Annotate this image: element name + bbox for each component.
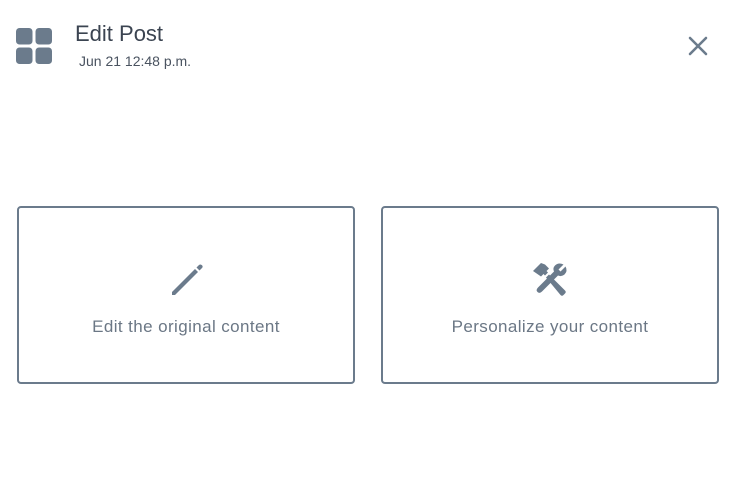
close-icon [688, 36, 708, 56]
post-timestamp: Jun 21 12:48 p.m. [79, 53, 192, 69]
tools-icon [530, 260, 570, 300]
page-title: Edit Post [75, 21, 164, 46]
edit-original-option[interactable]: Edit the original content [17, 206, 355, 384]
grid-icon [16, 28, 52, 64]
edit-original-label: Edit the original content [92, 317, 280, 336]
personalize-label: Personalize your content [451, 317, 649, 336]
personalize-option[interactable]: Personalize your content [381, 206, 719, 384]
pencil-icon [166, 260, 206, 300]
close-button[interactable] [686, 34, 710, 58]
